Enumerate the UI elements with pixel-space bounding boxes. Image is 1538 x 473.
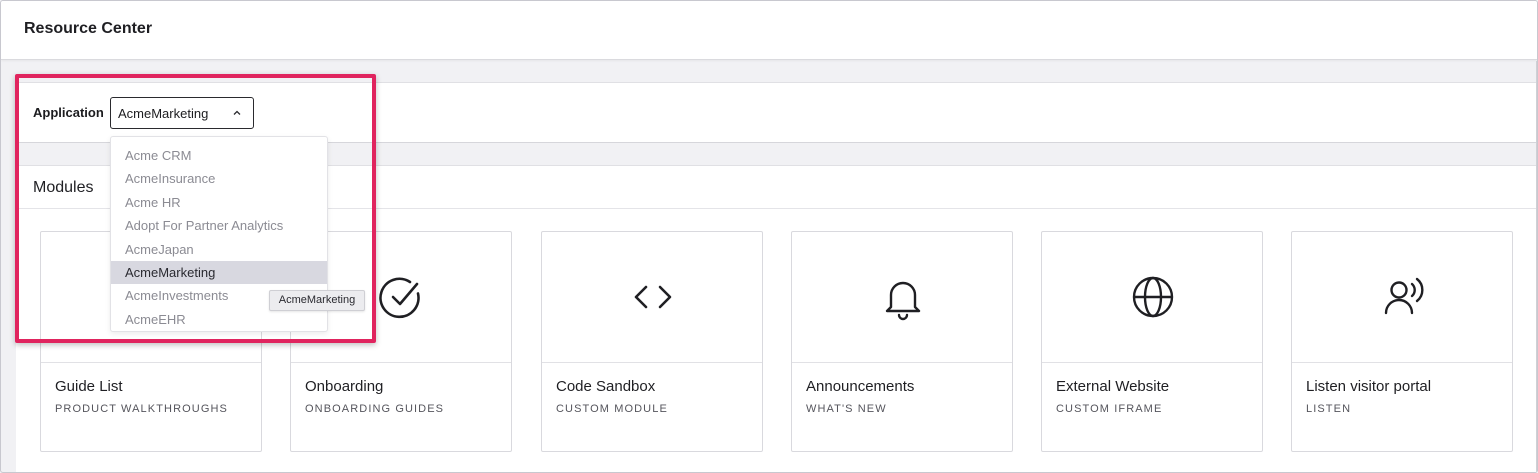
application-select[interactable]: AcmeMarketing [110,97,254,129]
card-name: Code Sandbox [556,378,656,395]
card-subtitle: PRODUCT WALKTHROUGHS [55,403,228,415]
card-subtitle: ONBOARDING GUIDES [305,403,445,415]
card-subtitle: CUSTOM MODULE [556,403,668,415]
application-select-value: AcmeMarketing [118,106,209,121]
bell-icon [885,281,921,321]
check-circle-icon [379,277,420,319]
card-name: External Website [1056,378,1170,395]
card-name: Listen visitor portal [1306,378,1432,395]
chevron-up-icon [233,110,241,115]
option-tooltip: AcmeMarketing [269,290,365,311]
module-card-listen-visitor-portal[interactable]: Listen visitor portal LISTEN [1291,231,1513,452]
page-title: Resource Center [24,20,153,37]
dropdown-option[interactable]: Acme CRM [111,144,327,167]
dropdown-option[interactable]: AcmeInsurance [111,167,327,190]
card-icon-area [792,232,1012,363]
card-icon-area [542,232,762,363]
module-card-code-sandbox[interactable]: Code Sandbox CUSTOM MODULE [541,231,763,452]
dropdown-option[interactable]: AcmeJapan [111,238,327,261]
globe-icon [1132,276,1174,318]
dropdown-option[interactable]: AcmeEHR [111,308,327,331]
application-bar: Application AcmeMarketing [16,82,1537,143]
card-subtitle: CUSTOM IFRAME [1056,403,1163,415]
page-header: Resource Center [1,1,1537,60]
card-name: Onboarding [305,378,384,395]
dropdown-option-selected[interactable]: AcmeMarketing [111,261,327,284]
card-name: Guide List [55,378,123,395]
code-icon [634,285,672,309]
person-voice-icon [1384,277,1424,315]
module-card-announcements[interactable]: Announcements WHAT'S NEW [791,231,1013,452]
card-icon-area [1292,232,1512,363]
dropdown-option[interactable]: Acme HR [111,191,327,214]
card-icon-area [1042,232,1262,363]
card-name: Announcements [806,378,915,395]
application-label: Application [33,105,104,120]
card-subtitle: WHAT'S NEW [806,403,887,415]
resource-center-window: Resource Center Application AcmeMarketin… [0,0,1538,473]
modules-title: Modules [33,179,94,196]
card-subtitle: LISTEN [1306,403,1352,415]
module-card-external-website[interactable]: External Website CUSTOM IFRAME [1041,231,1263,452]
dropdown-option[interactable]: Adopt For Partner Analytics [111,214,327,237]
